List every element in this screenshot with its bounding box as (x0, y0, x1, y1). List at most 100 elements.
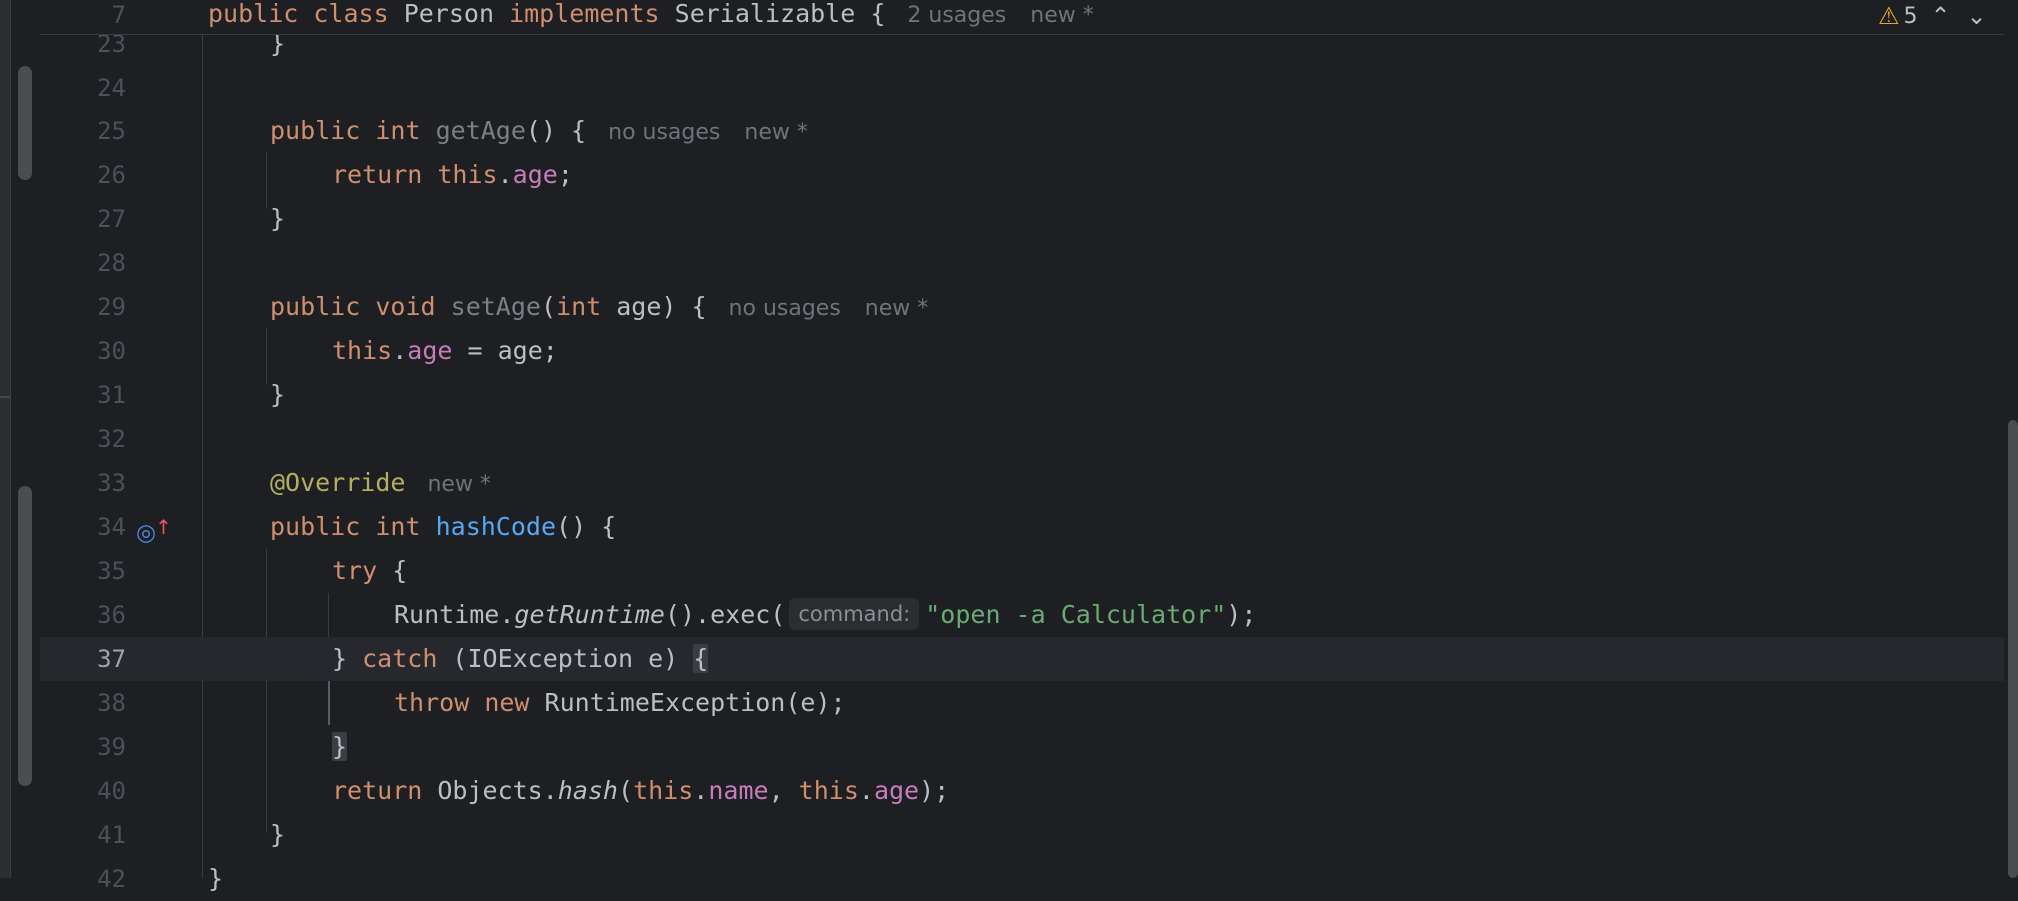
line-number: 29 (97, 293, 126, 321)
keyword: throw (394, 688, 470, 717)
line-number: 37 (97, 645, 126, 673)
closing-brace: } (270, 820, 286, 849)
class-name: Person (403, 0, 495, 28)
keyword: return (332, 776, 423, 805)
code-text: . (497, 160, 513, 189)
field-ref: age (407, 336, 453, 365)
code-line-37-current[interactable]: 37 } catch (IOException e) { (40, 637, 2004, 681)
editor-vertical-scrollbar[interactable] (2008, 420, 2018, 878)
author-hint[interactable]: new * (744, 120, 807, 145)
tool-window-strip (0, 0, 11, 878)
code-text: } (332, 644, 363, 673)
author-hint[interactable]: new * (427, 472, 490, 497)
code-line-38[interactable]: 38 throw new RuntimeException(e); (40, 681, 2004, 725)
line-number: 35 (97, 557, 126, 585)
code-line-32[interactable]: 32 (40, 417, 2004, 461)
annotation: @Override (270, 468, 406, 497)
line-number: 40 (97, 777, 126, 805)
line-number: 38 (97, 689, 126, 717)
left-panel-scroll-thumb-bottom[interactable] (18, 486, 32, 786)
annotation-line: @Override new * (270, 461, 491, 505)
closing-brace: } (270, 204, 286, 233)
line-number: 28 (97, 249, 126, 277)
line-number: 39 (97, 733, 126, 761)
code-line-29[interactable]: 29 public void setAge(int age) {no usage… (40, 285, 2004, 329)
return-statement: return Objects.hash(this.name, this.age)… (332, 769, 949, 813)
method-declaration: public int hashCode() { (270, 505, 616, 549)
keyword: int (375, 512, 421, 541)
code-line-33[interactable]: 33 @Override new * (40, 461, 2004, 505)
code-text: () { (556, 512, 617, 541)
code-line-25[interactable]: 25 public int getAge() {no usages new * (40, 109, 2004, 153)
matched-brace: } (332, 732, 348, 761)
sticky-scroll-header[interactable]: 7 public class Person implements Seriali… (40, 0, 2004, 35)
code-line-27[interactable]: 27 } (40, 197, 2004, 241)
code-line-24[interactable]: 24 (40, 66, 2004, 110)
code-line-42[interactable]: 42 } (40, 857, 2004, 901)
keyword: new (484, 688, 530, 717)
line-number: 27 (97, 205, 126, 233)
line-number: 41 (97, 821, 126, 849)
code-line-28[interactable]: 28 (40, 241, 2004, 285)
keyword: this (798, 776, 859, 805)
keyword: public (270, 512, 361, 541)
inspection-widget[interactable]: ⚠ 5 ⌃ ⌄ (1878, 0, 2018, 32)
strip-divider (0, 396, 10, 398)
method-name: setAge (450, 292, 541, 321)
keyword: this (437, 160, 498, 189)
warning-icon[interactable]: ⚠ (1878, 2, 1900, 30)
code-line-26[interactable]: 26 return this.age; (40, 153, 2004, 197)
line-number: 24 (97, 74, 126, 102)
code-text: , (768, 776, 799, 805)
author-hint[interactable]: new * (865, 296, 928, 321)
left-panel-scroll-thumb-top[interactable] (18, 66, 32, 180)
code-line-39[interactable]: 39 } (40, 725, 2004, 769)
code-text: { (870, 0, 886, 28)
code-line-35[interactable]: 35 try { (40, 549, 2004, 593)
method-name: getAge (435, 116, 526, 145)
throw-statement: throw new RuntimeException(e); (394, 681, 846, 725)
chevron-down-icon[interactable]: ⌄ (1964, 2, 1990, 30)
code-text: Objects. (422, 776, 558, 805)
code-text: ( (618, 776, 634, 805)
catch-statement: } catch (IOException e) { (332, 637, 709, 681)
line-number: 7 (111, 1, 126, 29)
code-editor[interactable]: 23 } 24 25 public int getAge() {no usage… (40, 0, 2004, 893)
code-line-30[interactable]: 30 this.age = age; (40, 329, 2004, 373)
code-line-41[interactable]: 41 } (40, 813, 2004, 857)
matched-brace: { (693, 644, 709, 673)
code-text: = age; (452, 336, 558, 365)
line-number: 26 (97, 161, 126, 189)
assignment-statement: this.age = age; (332, 329, 558, 373)
code-text: (IOException e) (437, 644, 694, 673)
keyword: void (375, 292, 436, 321)
try-statement: try { (332, 549, 407, 593)
override-method-icon[interactable]: ◎↑ (136, 511, 172, 546)
return-statement: return this.age; (332, 153, 573, 197)
method-declaration: public int getAge() {no usages new * (270, 109, 808, 153)
keyword: public (270, 292, 361, 321)
keyword: this (633, 776, 694, 805)
override-circle-icon: ◎ (136, 520, 157, 546)
exec-statement: Runtime.getRuntime().exec(command: "open … (394, 593, 1256, 637)
usages-hint[interactable]: 2 usages (907, 3, 1006, 28)
chevron-up-icon[interactable]: ⌃ (1928, 2, 1954, 30)
code-line-36[interactable]: 36 Runtime.getRuntime().exec(command: "op… (40, 593, 2004, 637)
line-number: 31 (97, 381, 126, 409)
line-number: 33 (97, 469, 126, 497)
code-line-40[interactable]: 40 return Objects.hash(this.name, this.a… (40, 769, 2004, 813)
author-hint[interactable]: new * (1030, 3, 1093, 28)
usages-hint[interactable]: no usages (608, 120, 720, 145)
code-line-31[interactable]: 31 } (40, 373, 2004, 417)
warning-count[interactable]: 5 (1904, 4, 1918, 29)
code-text: ); (919, 776, 950, 805)
parameter-hint[interactable]: command: (789, 598, 920, 630)
keyword: int (375, 116, 421, 145)
keyword: int (556, 292, 602, 321)
keyword: class (313, 0, 389, 28)
usages-hint[interactable]: no usages (729, 296, 841, 321)
closing-brace: } (332, 725, 348, 769)
code-text: ().exec( (664, 600, 786, 629)
field-ref: age (512, 160, 558, 189)
code-line-34[interactable]: 34 ◎↑ public int hashCode() { (40, 505, 2004, 549)
